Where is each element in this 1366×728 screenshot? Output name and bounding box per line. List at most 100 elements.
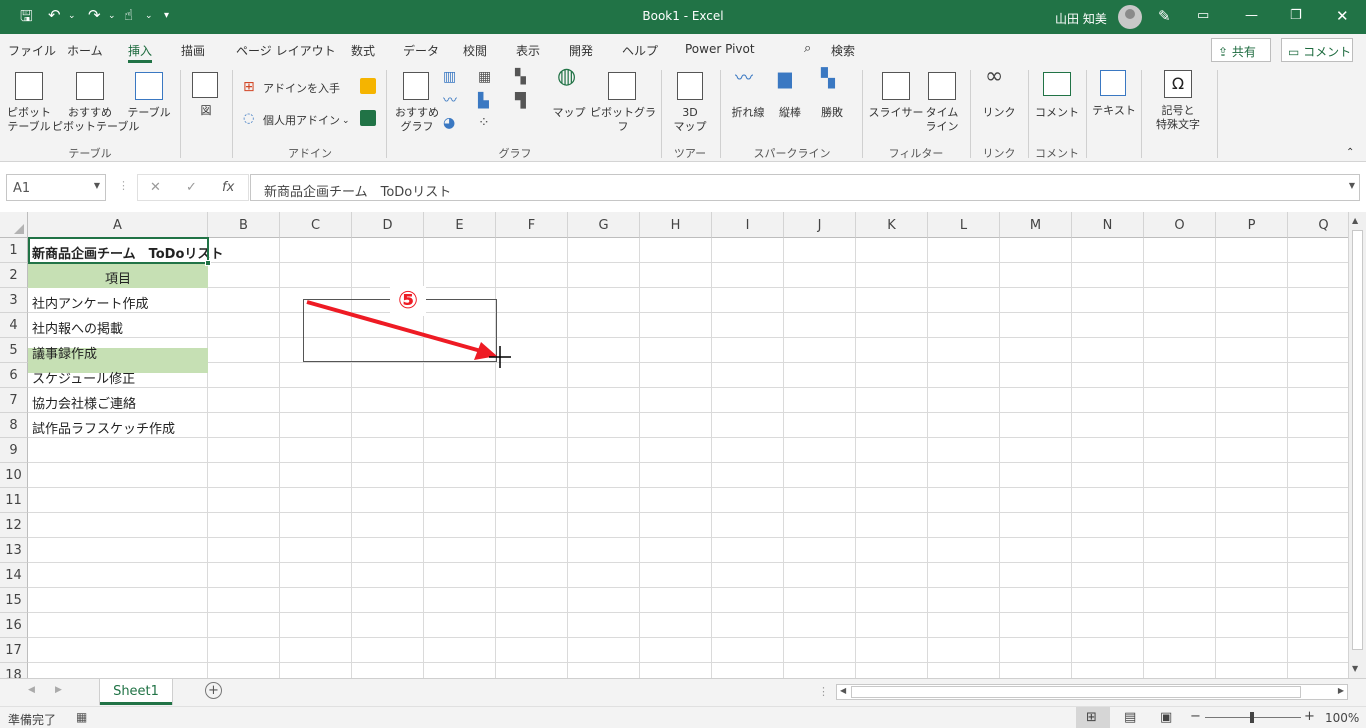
avatar[interactable] — [1118, 5, 1142, 29]
tab-data[interactable]: データ — [403, 42, 439, 59]
search-box[interactable]: 検索 — [831, 42, 855, 59]
tab-draw[interactable]: 描画 — [181, 42, 205, 59]
hierarchy-chart-icon[interactable]: ▦ — [478, 70, 491, 84]
red-arrow-icon — [306, 300, 489, 355]
sparkline-winloss-button[interactable]: 勝敗 — [814, 106, 850, 120]
cancel-icon[interactable]: ✕ — [150, 180, 161, 195]
scroll-right-icon[interactable]: ▶ — [1338, 686, 1344, 695]
group-separator — [661, 70, 662, 158]
next-sheet-icon[interactable]: ▶ — [55, 685, 62, 695]
group-separator — [386, 70, 387, 158]
maps-button[interactable]: マップ — [550, 106, 588, 120]
tab-formulas[interactable]: 数式 — [351, 42, 375, 59]
collapse-ribbon-icon[interactable]: ⌃ — [1346, 146, 1354, 160]
tab-file[interactable]: ファイル — [8, 42, 56, 59]
page-layout-view-icon[interactable]: ▤ — [1124, 710, 1136, 725]
waterfall-chart-icon[interactable]: ▚ — [515, 70, 526, 84]
people-graph-icon[interactable] — [360, 110, 376, 126]
recommended-pivot-button[interactable]: おすすめ ピボットテーブル — [52, 106, 139, 134]
statistic-chart-icon[interactable]: ▙ — [478, 94, 489, 108]
tab-insert[interactable]: 挿入 — [128, 42, 153, 63]
zoom-in-icon[interactable]: + — [1304, 709, 1315, 724]
sparkline-line-button[interactable]: 折れ線 — [728, 106, 768, 120]
sparkline-line-icon: 〰 — [735, 68, 753, 89]
horizontal-scrollbar[interactable]: ◀ ▶ — [836, 684, 1348, 700]
group-label-comments: コメント — [1035, 147, 1079, 160]
share-icon: ⇪ — [1218, 45, 1232, 59]
title-bar: 🖫 ↶ ⌄ ↷ ⌄ ☝ ⌄ ▾ Book1 - Excel 山田 知美 ✎ ▭ … — [0, 0, 1366, 34]
ribbon-display-icon[interactable]: ▭ — [1197, 8, 1209, 23]
page-break-view-icon[interactable]: ▣ — [1160, 710, 1172, 725]
insert-function-icon[interactable]: fx — [222, 180, 234, 195]
tab-split-handle-icon[interactable]: ⋮ — [818, 685, 829, 698]
scroll-up-icon[interactable]: ▲ — [1352, 216, 1358, 225]
link-button[interactable]: リンク — [978, 106, 1020, 120]
scroll-left-icon[interactable]: ◀ — [840, 686, 846, 695]
recommended-charts-button[interactable]: おすすめ グラフ — [394, 106, 440, 134]
new-comment-button[interactable]: コメント — [1032, 106, 1082, 120]
timeline-button[interactable]: タイム ライン — [920, 106, 964, 134]
group-separator — [1141, 70, 1142, 158]
worksheet-grid[interactable]: ABCDEFGHIJKLMNOPQ 1 2 3 4 5 6 7 8 9 10 11 12 13 14 15 1… — [0, 212, 1348, 678]
minimize-icon[interactable]: — — [1245, 8, 1258, 23]
tab-developer[interactable]: 開発 — [569, 42, 593, 59]
macro-record-icon[interactable]: ▦ — [76, 710, 87, 724]
store-icon: ⊞ — [243, 79, 255, 95]
3d-map-button[interactable]: 3D マップ — [668, 106, 712, 134]
text-button[interactable]: テキスト — [1092, 104, 1136, 118]
recommended-pivot-icon — [76, 72, 104, 100]
restore-icon[interactable]: ❐ — [1290, 8, 1302, 23]
close-icon[interactable]: ✕ — [1336, 7, 1349, 25]
expand-formula-icon[interactable]: ▼ — [1349, 181, 1355, 190]
tab-home[interactable]: ホーム — [67, 42, 103, 59]
bing-icon[interactable] — [360, 78, 376, 94]
illustrations-button[interactable]: 図 — [192, 104, 220, 118]
name-box-dropdown-icon[interactable]: ▼ — [94, 181, 100, 190]
pivot-table-button[interactable]: ピボット テーブル — [4, 106, 54, 134]
my-addins-button[interactable]: 個人用アドイン — [263, 114, 340, 128]
group-label-addins: アドイン — [288, 147, 332, 160]
zoom-out-icon[interactable]: − — [1190, 709, 1201, 724]
scroll-down-icon[interactable]: ▼ — [1352, 664, 1358, 673]
add-sheet-icon[interactable]: + — [205, 682, 222, 699]
vertical-scroll-thumb[interactable] — [1352, 230, 1363, 650]
ready-status: 準備完了 — [8, 713, 57, 727]
horizontal-scroll-thumb[interactable] — [851, 686, 1301, 698]
scatter-chart-icon[interactable]: ⁘ — [478, 116, 490, 130]
pen-icon[interactable]: ✎ — [1158, 7, 1171, 25]
sparkline-column-button[interactable]: 縦棒 — [772, 106, 808, 120]
tab-help[interactable]: ヘルプ — [622, 42, 658, 59]
get-addins-button[interactable]: アドインを入手 — [263, 82, 340, 96]
symbol-icon: Ω — [1164, 70, 1192, 98]
pie-chart-icon[interactable]: ◕ — [443, 116, 455, 130]
tab-page-layout[interactable]: ページ レイアウト — [236, 42, 336, 59]
combo-chart-icon[interactable]: ▜ — [515, 94, 526, 108]
share-button[interactable]: ⇪ 共有 — [1211, 38, 1271, 62]
sheet-tab-sheet1[interactable]: Sheet1 — [100, 679, 172, 705]
slicer-button[interactable]: スライサー — [868, 106, 924, 120]
formula-input[interactable]: 新商品企画チーム ToDoリスト ▼ — [250, 174, 1360, 201]
symbols-button[interactable]: 記号と 特殊文字 — [1146, 104, 1210, 132]
tab-view[interactable]: 表示 — [516, 42, 540, 59]
line-chart-icon[interactable]: 〰 — [443, 94, 457, 108]
group-separator — [970, 70, 971, 158]
normal-view-icon[interactable]: ⊞ — [1086, 710, 1097, 725]
user-name[interactable]: 山田 知美 — [1055, 10, 1107, 27]
my-addins-dropdown-icon[interactable]: ⌄ — [342, 114, 350, 128]
group-label-tours: ツアー — [673, 147, 707, 160]
zoom-level[interactable]: 100% — [1325, 711, 1359, 725]
column-chart-icon[interactable]: ▥ — [443, 70, 456, 84]
enter-icon[interactable]: ✓ — [186, 180, 197, 195]
zoom-slider-thumb[interactable] — [1250, 712, 1254, 723]
vertical-scrollbar[interactable]: ▲ ▼ — [1348, 212, 1366, 678]
prev-sheet-icon[interactable]: ◀ — [28, 685, 35, 695]
name-box[interactable]: A1 ▼ — [6, 174, 106, 201]
search-icon[interactable]: ⌕ — [804, 41, 811, 56]
table-button[interactable]: テーブル — [126, 106, 172, 120]
tab-power-pivot[interactable]: Power Pivot — [685, 42, 755, 56]
pivot-chart-button[interactable]: ピボットグラフ — [588, 106, 658, 134]
tab-review[interactable]: 校閲 — [463, 42, 487, 59]
resize-handle-icon[interactable]: ⋮ — [118, 179, 129, 192]
comments-button[interactable]: ▭ コメント — [1281, 38, 1353, 62]
recommended-charts-icon — [403, 72, 429, 100]
